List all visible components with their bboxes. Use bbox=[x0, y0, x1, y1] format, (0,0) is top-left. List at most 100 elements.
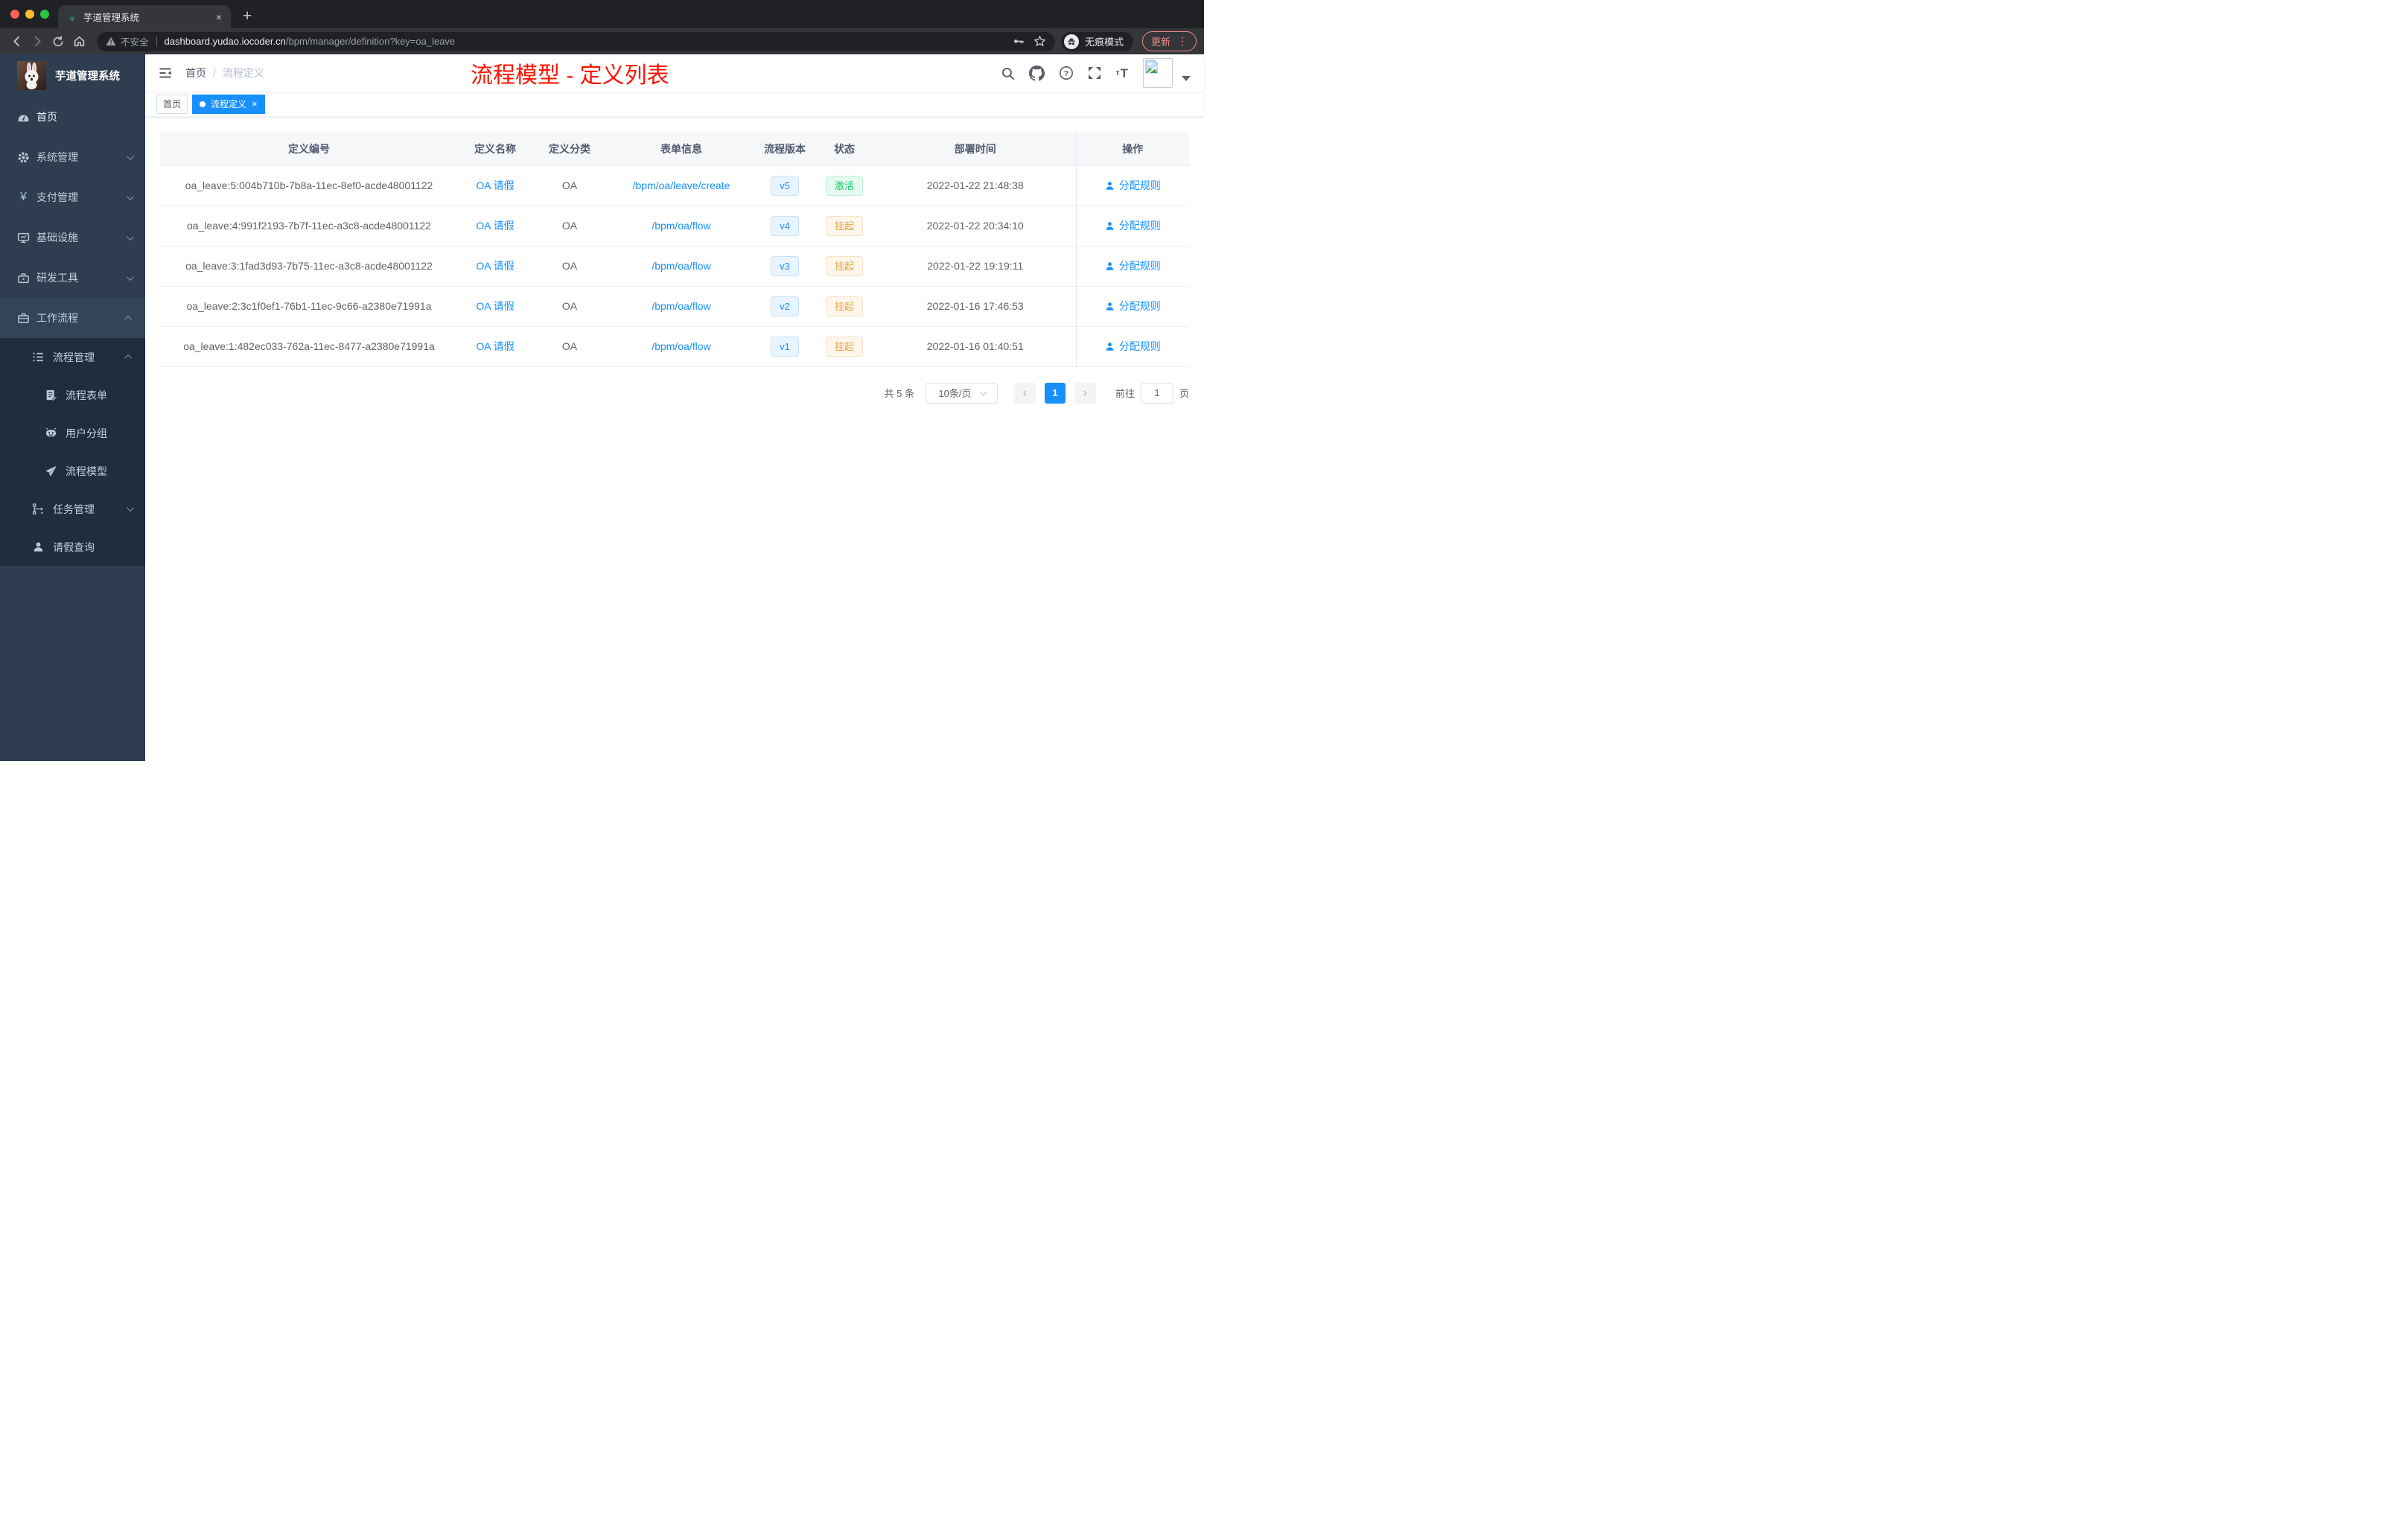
status-badge: 挂起 bbox=[825, 215, 863, 236]
user-icon bbox=[32, 541, 45, 553]
assign-rule-button[interactable]: 分配规则 bbox=[1105, 339, 1161, 354]
page-size-select[interactable]: 10条/页 bbox=[925, 382, 998, 404]
sidebar-item-user-group[interactable]: 用户分组 bbox=[0, 414, 145, 452]
maximize-window-button[interactable] bbox=[40, 10, 49, 19]
main: 首页 / 流程定义 流程模型 - 定义列表 ? т T 首页 流程定义 × 定义… bbox=[145, 54, 1204, 761]
sidebar-item-leave-query[interactable]: 请假查询 bbox=[0, 528, 145, 566]
page-title: 流程模型 - 定义列表 bbox=[471, 63, 669, 88]
sidebar-item-workflow[interactable]: 工作流程 bbox=[0, 298, 145, 338]
url-bar[interactable]: 不安全 dashboard.yudao.iocoder.cn /bpm/mana… bbox=[97, 31, 1055, 51]
next-page-button[interactable]: › bbox=[1074, 382, 1096, 404]
assign-rule-button[interactable]: 分配规则 bbox=[1105, 258, 1161, 273]
version-badge: v3 bbox=[771, 255, 799, 276]
sidebar-item-process-model[interactable]: 流程模型 bbox=[0, 452, 145, 490]
browser-menu-icon[interactable]: ⋮ bbox=[1177, 35, 1188, 48]
avatar[interactable] bbox=[1143, 58, 1173, 88]
tag-home[interactable]: 首页 bbox=[156, 94, 188, 114]
prev-page-button[interactable]: ‹ bbox=[1013, 382, 1036, 404]
sidebar-item-home[interactable]: 首页 bbox=[0, 97, 145, 137]
monitor-icon bbox=[17, 232, 30, 244]
minimize-window-button[interactable] bbox=[25, 10, 34, 19]
breadcrumb-separator: / bbox=[213, 67, 216, 79]
sidebar-item-label: 流程表单 bbox=[66, 389, 107, 401]
briefcase-icon bbox=[17, 312, 30, 325]
table-row: oa_leave:1:482ec033-762a-11ec-8477-a2380… bbox=[160, 326, 1189, 367]
sidebar-item-infra[interactable]: 基础设施 bbox=[0, 217, 145, 258]
form-link[interactable]: /bpm/oa/leave/create bbox=[633, 179, 730, 191]
definition-name-link[interactable]: OA 请假 bbox=[476, 179, 514, 191]
home-icon[interactable] bbox=[70, 33, 88, 51]
definition-id: oa_leave:3:1fad3d93-7b75-11ec-a3c8-acde4… bbox=[160, 246, 458, 287]
security-warning-icon[interactable] bbox=[106, 36, 116, 46]
sidebar: 芋道管理系统 首页 系统管理 ¥ 支付管理 基础设施 研发工具 工作流程 流程管… bbox=[0, 54, 145, 761]
close-window-button[interactable] bbox=[10, 10, 19, 19]
form-link[interactable]: /bpm/oa/flow bbox=[652, 260, 710, 272]
paper-plane-icon bbox=[45, 465, 57, 477]
sidebar-item-label: 用户分组 bbox=[66, 427, 107, 439]
window-controls[interactable] bbox=[10, 10, 49, 19]
definition-category: OA bbox=[532, 165, 607, 206]
goto-page-input[interactable] bbox=[1140, 382, 1173, 404]
gear-icon bbox=[17, 151, 30, 164]
navbar: 首页 / 流程定义 流程模型 - 定义列表 ? т T bbox=[145, 54, 1204, 92]
bookmark-star-icon[interactable] bbox=[1033, 35, 1046, 48]
definition-name-link[interactable]: OA 请假 bbox=[476, 300, 514, 312]
browser-update-button[interactable]: 更新 ⋮ bbox=[1141, 31, 1197, 51]
sidebar-item-dev[interactable]: 研发工具 bbox=[0, 258, 145, 298]
breadcrumb: 首页 / 流程定义 bbox=[185, 66, 264, 80]
table-row: oa_leave:3:1fad3d93-7b75-11ec-a3c8-acde4… bbox=[160, 246, 1189, 287]
tag-close-icon[interactable]: × bbox=[252, 99, 258, 109]
definition-name-link[interactable]: OA 请假 bbox=[476, 220, 514, 232]
fullscreen-icon[interactable] bbox=[1088, 66, 1101, 80]
sidebar-item-process-form[interactable]: 流程表单 bbox=[0, 376, 145, 414]
assign-rule-button[interactable]: 分配规则 bbox=[1105, 299, 1161, 313]
search-icon[interactable] bbox=[1001, 66, 1015, 80]
app-title: 芋道管理系统 bbox=[55, 71, 120, 83]
back-icon[interactable] bbox=[7, 33, 25, 51]
update-label[interactable]: 更新 bbox=[1151, 34, 1170, 48]
browser-tab[interactable]: 芋道管理系统 × bbox=[58, 5, 231, 28]
tab-close-icon[interactable]: × bbox=[216, 12, 222, 22]
url-path[interactable]: /bpm/manager/definition?key=oa_leave bbox=[286, 36, 455, 47]
logo-row[interactable]: 芋道管理系统 bbox=[0, 54, 145, 97]
col-status: 状态 bbox=[814, 133, 875, 166]
definition-category: OA bbox=[532, 206, 607, 246]
help-icon[interactable]: ? bbox=[1059, 66, 1074, 80]
definition-name-link[interactable]: OA 请假 bbox=[476, 260, 514, 272]
table-row: oa_leave:5:004b710b-7b8a-11ec-8ef0-acde4… bbox=[160, 165, 1189, 206]
version-badge: v2 bbox=[771, 296, 799, 316]
url-host[interactable]: dashboard.yudao.iocoder.cn bbox=[165, 36, 286, 47]
table-row: oa_leave:4:991f2193-7b7f-11ec-a3c8-acde4… bbox=[160, 206, 1189, 246]
form-link[interactable]: /bpm/oa/flow bbox=[652, 300, 710, 312]
assign-rule-button[interactable]: 分配规则 bbox=[1105, 218, 1161, 233]
chevron-down-icon bbox=[126, 152, 134, 160]
sidebar-item-process-mgmt[interactable]: 流程管理 bbox=[0, 338, 145, 376]
security-label[interactable]: 不安全 bbox=[121, 34, 149, 48]
sidebar-item-label: 流程模型 bbox=[66, 465, 107, 477]
sidebar-item-system[interactable]: 系统管理 bbox=[0, 137, 145, 177]
avatar-caret-icon[interactable] bbox=[1182, 75, 1191, 81]
definition-name-link[interactable]: OA 请假 bbox=[476, 340, 514, 352]
sidebar-item-pay[interactable]: ¥ 支付管理 bbox=[0, 177, 145, 217]
goto-label: 前往 bbox=[1115, 388, 1135, 399]
form-link[interactable]: /bpm/oa/flow bbox=[652, 340, 710, 352]
breadcrumb-home[interactable]: 首页 bbox=[185, 66, 206, 80]
col-deploy-time: 部署时间 bbox=[875, 133, 1076, 166]
password-key-icon[interactable] bbox=[1012, 35, 1025, 48]
assign-rule-button[interactable]: 分配规则 bbox=[1105, 178, 1161, 193]
sidebar-item-label: 首页 bbox=[36, 111, 57, 123]
current-page-button[interactable]: 1 bbox=[1044, 382, 1066, 404]
form-link[interactable]: /bpm/oa/flow bbox=[652, 220, 710, 232]
new-tab-button[interactable]: + bbox=[243, 8, 252, 24]
tag-process-definition[interactable]: 流程定义 × bbox=[192, 94, 265, 114]
github-icon[interactable] bbox=[1029, 65, 1045, 81]
forward-icon[interactable] bbox=[28, 33, 46, 51]
sidebar-item-task-mgmt[interactable]: 任务管理 bbox=[0, 490, 145, 528]
sidebar-fold-icon[interactable] bbox=[157, 65, 173, 81]
font-size-icon[interactable]: тT bbox=[1115, 67, 1129, 80]
sidebar-item-label: 支付管理 bbox=[36, 191, 78, 203]
incognito-label: 无痕模式 bbox=[1084, 36, 1124, 48]
reload-icon[interactable] bbox=[49, 33, 67, 51]
form-document-icon bbox=[45, 389, 57, 401]
incognito-icon bbox=[1063, 34, 1079, 49]
